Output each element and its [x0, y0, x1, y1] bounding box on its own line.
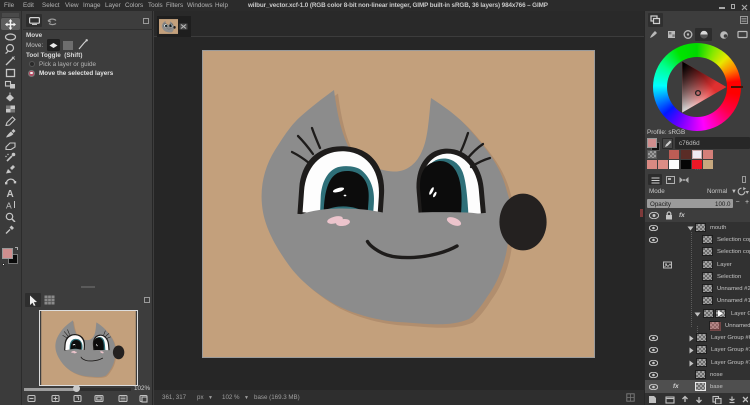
svg-text:A: A: [6, 201, 12, 211]
svg-text:A: A: [7, 189, 14, 199]
